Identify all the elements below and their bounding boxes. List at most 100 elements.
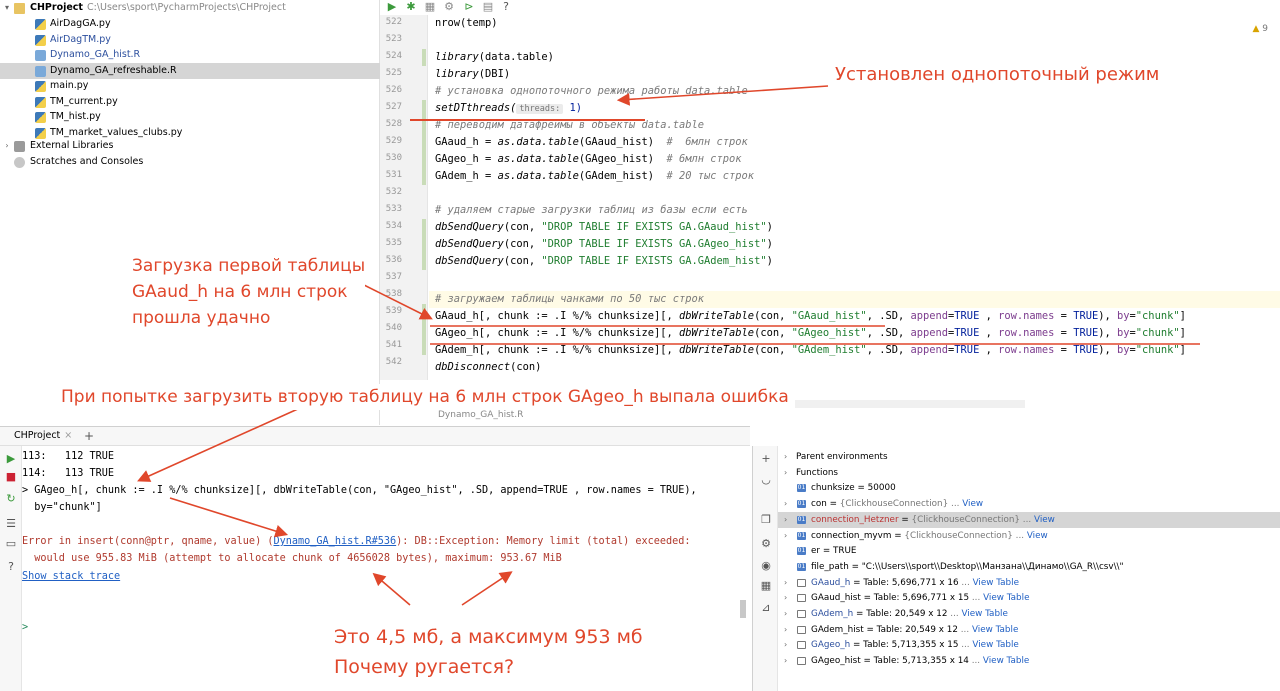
eye-icon[interactable]: ◉ (760, 560, 772, 572)
view-link[interactable]: View (1034, 515, 1055, 525)
tree-file-item[interactable]: TM_current.py (0, 94, 380, 110)
variable-row[interactable]: › Parent environments (778, 449, 1280, 465)
history-icon[interactable]: ☰ (5, 518, 17, 530)
view-link[interactable]: View Table (972, 625, 1018, 635)
variable-row[interactable]: › 01 con = {ClickhouseConnection} ... View (778, 496, 1280, 512)
chevron-right-icon[interactable]: › (784, 590, 787, 606)
table-icon (797, 657, 806, 666)
console-prompt[interactable]: > (22, 619, 28, 636)
view-link[interactable]: View Table (961, 609, 1007, 619)
profile-icon[interactable]: ▤ (482, 1, 494, 13)
view-link[interactable]: View (962, 499, 983, 509)
code-line-534[interactable]: dbSendQuery(con, "DROP TABLE IF EXISTS G… (435, 219, 773, 236)
eye-icon[interactable]: ◡ (760, 474, 772, 486)
new-console-button[interactable]: + (84, 429, 94, 443)
code-line-522[interactable]: nrow(temp) (435, 15, 498, 32)
variable-row[interactable]: 01 file_path = "C:\\Users\\sport\\Desktop… (778, 559, 1280, 575)
view-link[interactable]: View Table (972, 640, 1018, 650)
variable-row[interactable]: › GAaud_h = Table: 5,696,771 x 16 ... Vie… (778, 575, 1280, 591)
chevron-right-icon[interactable]: › (784, 622, 787, 638)
code-line-525[interactable]: library(DBI) (435, 66, 510, 83)
run-icon[interactable]: ▶ (5, 453, 17, 465)
variable-row[interactable]: › GAgeo_hist = Table: 5,713,355 x 14 ... … (778, 653, 1280, 669)
help-icon[interactable]: ? (5, 561, 17, 573)
chevron-right-icon[interactable]: › (2, 138, 12, 154)
variable-row[interactable]: › 01 connection_myvm = {ClickhouseConnecti… (778, 528, 1280, 544)
copy-icon[interactable]: ❐ (760, 514, 772, 526)
table-icon (797, 625, 806, 634)
code-line-540[interactable]: GAgeo_h[, chunk := .I %/% chunksize][, d… (435, 325, 1186, 342)
code-line-535[interactable]: dbSendQuery(con, "DROP TABLE IF EXISTS G… (435, 236, 773, 253)
debug-icon[interactable]: ✱ (405, 1, 417, 13)
chevron-right-icon[interactable]: › (784, 449, 787, 465)
tree-root[interactable]: ▾ CHProject C:\Users\sport\PycharmProject… (0, 0, 380, 16)
code-line-528[interactable]: # переводим датафреймы в объекты data.ta… (435, 117, 704, 134)
run-to-cursor-icon[interactable]: ⊳ (463, 1, 475, 13)
layout-icon[interactable]: ▭ (5, 538, 17, 550)
code-line-531[interactable]: GAdem_h = as.data.table(GAdem_hist) # 20… (435, 168, 754, 185)
close-icon[interactable]: × (64, 430, 72, 441)
code-line-529[interactable]: GAaud_h = as.data.table(GAaud_hist) # 6м… (435, 134, 748, 151)
variable-row[interactable]: › GAdem_h = Table: 20,549 x 12 ... View T… (778, 606, 1280, 622)
tree-external-libraries[interactable]: › External Libraries (0, 138, 380, 154)
code-line-541[interactable]: GAdem_h[, chunk := .I %/% chunksize][, d… (435, 342, 1186, 359)
settings-icon[interactable]: ⚙ (443, 1, 455, 13)
code-line-539[interactable]: GAaud_h[, chunk := .I %/% chunksize][, d… (435, 308, 1186, 325)
table-icon[interactable]: ▦ (760, 580, 772, 592)
chevron-right-icon[interactable]: › (784, 653, 787, 669)
settings-icon[interactable]: ⚙ (760, 538, 772, 550)
tree-file-item[interactable]: Dynamo_GA_refreshable.R (0, 62, 380, 79)
show-stack-trace-link[interactable]: Show stack trace (22, 568, 120, 585)
variable-row[interactable]: › GAdem_hist = Table: 20,549 x 12 ... Vie… (778, 622, 1280, 638)
stop-icon[interactable]: ■ (5, 471, 17, 483)
change-marker (422, 49, 426, 66)
view-link[interactable]: View Table (973, 578, 1019, 588)
python-file-icon (35, 81, 46, 92)
code-line-524[interactable]: library(data.table) (435, 49, 554, 66)
run-icon[interactable]: ▶ (386, 1, 398, 13)
tree-file-item[interactable]: Dynamo_GA_hist.R (0, 47, 380, 63)
chevron-right-icon[interactable]: › (784, 528, 787, 544)
code-line-527[interactable]: setDTthreads(threads: 1) (435, 100, 582, 117)
chevron-right-icon[interactable]: › (784, 606, 787, 622)
console-scrollbar[interactable] (740, 600, 746, 618)
chevron-down-icon[interactable]: ▾ (2, 0, 12, 16)
view-link[interactable]: View Table (983, 656, 1029, 666)
run-line-icon[interactable]: ▦ (424, 1, 436, 13)
change-marker (422, 134, 426, 185)
rerun-icon[interactable]: ↻ (5, 493, 17, 505)
chevron-right-icon[interactable]: › (784, 496, 787, 512)
tree-file-item[interactable]: AirDagTM.py (0, 32, 380, 48)
code-line-533[interactable]: # удаляем старые загрузки таблиц из базы… (435, 202, 748, 219)
chevron-right-icon[interactable]: › (784, 575, 787, 591)
variable-row[interactable]: › GAgeo_h = Table: 5,713,355 x 15 ... Vie… (778, 637, 1280, 653)
error-source-link[interactable]: Dynamo_GA_hist.R#536 (273, 536, 396, 547)
chevron-right-icon[interactable]: › (784, 512, 787, 528)
console-tab[interactable]: CHProject × (14, 430, 72, 441)
editor-file-tab[interactable]: Dynamo_GA_hist.R (438, 410, 523, 420)
view-link[interactable]: View Table (983, 593, 1029, 603)
tree-file-item[interactable]: AirDagGA.py (0, 16, 380, 32)
code-line-530[interactable]: GAgeo_h = as.data.table(GAgeo_hist) # 6м… (435, 151, 742, 168)
variable-row[interactable]: 01 er = TRUE (778, 543, 1280, 559)
variable-row[interactable]: › Functions (778, 465, 1280, 481)
tree-file-item[interactable]: main.py (0, 78, 380, 94)
variable-row[interactable]: › 01 connection_Hetzner = {ClickhouseConne… (778, 511, 1280, 528)
chevron-right-icon[interactable]: › (784, 465, 787, 481)
view-link[interactable]: View (1027, 531, 1048, 541)
tree-scratches[interactable]: Scratches and Consoles (0, 154, 380, 170)
code-line-542[interactable]: dbDisconnect(con) (435, 359, 541, 376)
variable-row[interactable]: 01 chunksize = 50000 (778, 480, 1280, 496)
variable-name: GAdem_hist (811, 624, 864, 635)
code-line-536[interactable]: dbSendQuery(con, "DROP TABLE IF EXISTS G… (435, 253, 773, 270)
help-icon[interactable]: ? (500, 1, 512, 13)
chevron-right-icon[interactable]: › (784, 637, 787, 653)
warning-count[interactable]: ▲ 9 (1252, 24, 1268, 34)
code-line-538[interactable]: # загружаем таблицы чанками по 50 тыс ст… (435, 291, 704, 308)
chart-icon[interactable]: ⊿ (760, 602, 772, 614)
variable-value: = Table: 5,713,355 x 14 (860, 656, 969, 667)
code-line-526[interactable]: # установка однопоточного режима работы … (435, 83, 748, 100)
tree-file-item[interactable]: TM_hist.py (0, 109, 380, 125)
variable-row[interactable]: › GAaud_hist = Table: 5,696,771 x 15 ... … (778, 590, 1280, 606)
add-icon[interactable]: + (760, 453, 772, 465)
